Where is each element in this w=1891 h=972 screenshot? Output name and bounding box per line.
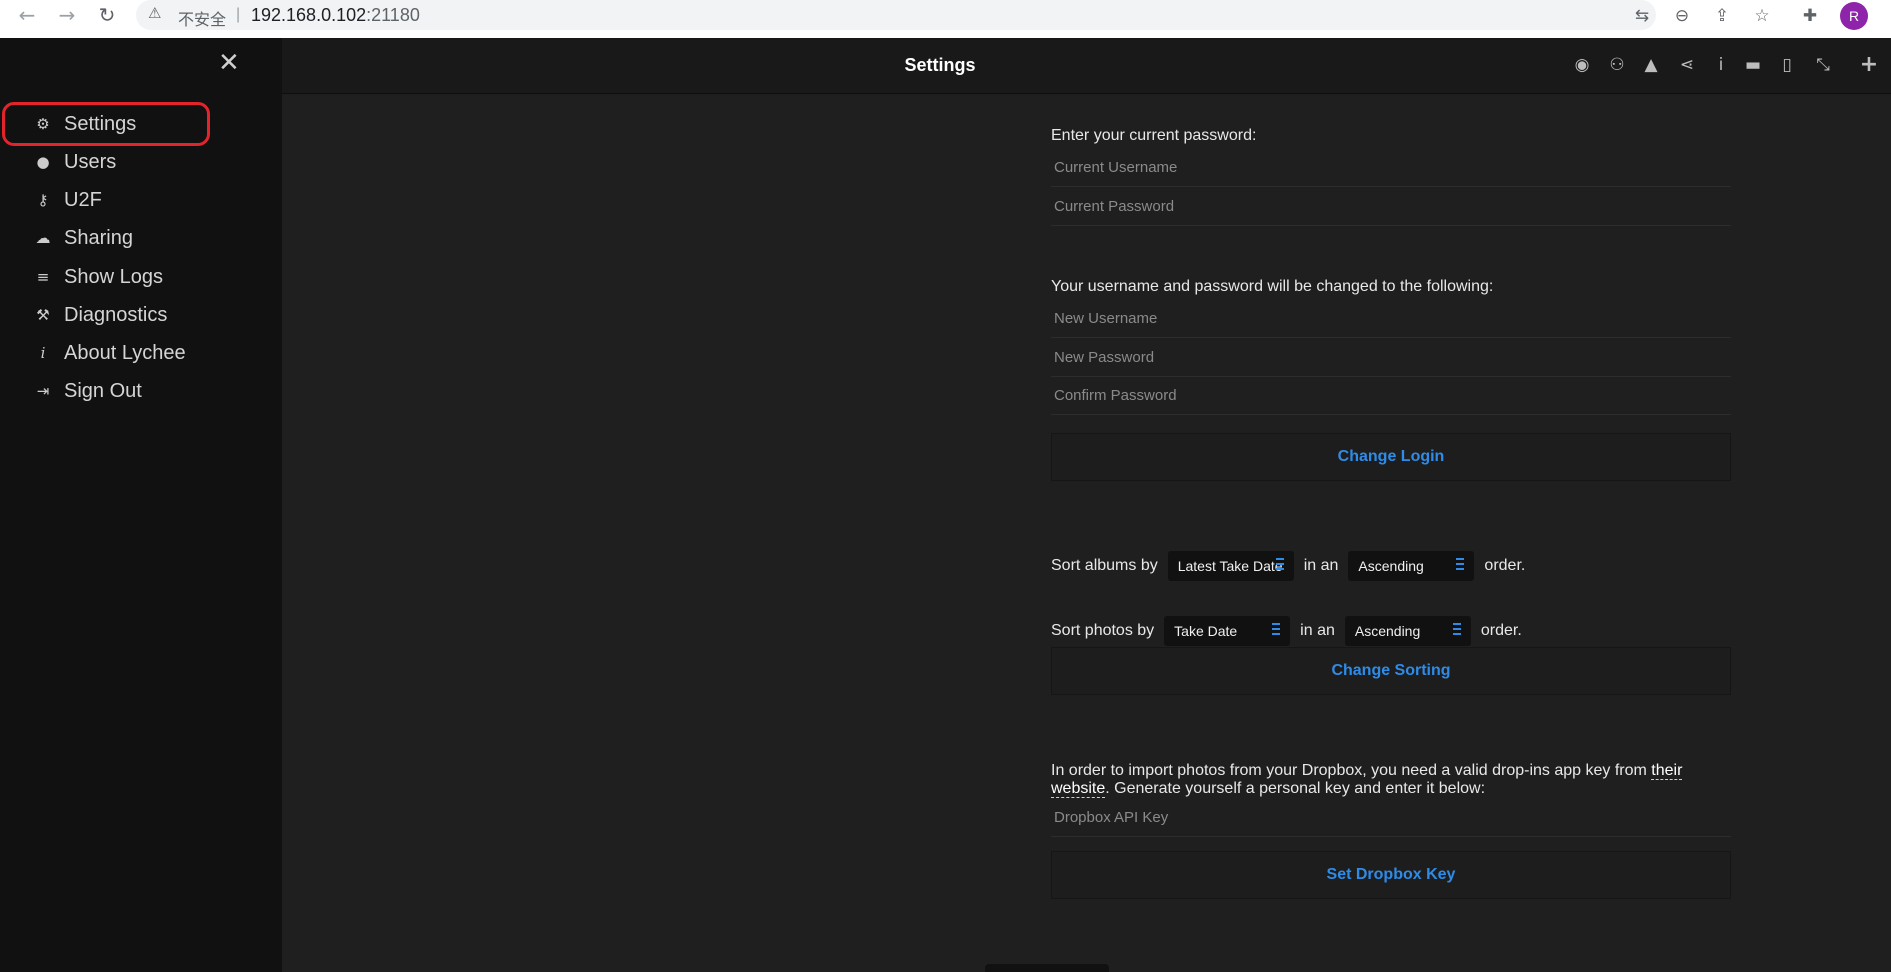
select-icon	[1275, 558, 1284, 572]
sidebar-item-sign-out[interactable]: ⇥ Sign Out	[32, 375, 262, 407]
url-port: :21180	[366, 5, 420, 25]
sort-photos-row: Sort photos by Take Date in an Ascending…	[1051, 616, 1522, 646]
header: Settings ◉ ⚇ ▲ ⋖ i ▬ ▯ ⤡ +	[282, 38, 1891, 94]
sidebar-item-about-lychee[interactable]: i About Lychee	[32, 337, 262, 369]
change-sorting-button[interactable]: Change Sorting	[1051, 647, 1731, 695]
new-username-field[interactable]	[1051, 300, 1731, 338]
security-label: 不安全	[178, 10, 227, 29]
warning-icon: ⚠	[148, 4, 162, 22]
dropbox-text-after: . Generate yourself a personal key and e…	[1105, 780, 1486, 797]
wrench-icon: ⚒	[36, 306, 50, 324]
albums-sort-by-value: Latest Take Date	[1177, 558, 1283, 574]
albums-sort-by-select[interactable]: Latest Take Date	[1167, 551, 1294, 581]
cloud-icon: ☁	[35, 229, 51, 247]
profile-avatar[interactable]: R	[1840, 2, 1868, 30]
sort-photos-label: Sort photos by	[1051, 622, 1155, 639]
dropbox-text-before: In order to import photos from your Drop…	[1051, 762, 1652, 779]
current-password-field[interactable]	[1051, 188, 1731, 226]
sort-albums-row: Sort albums by Latest Take Date in an As…	[1051, 551, 1525, 581]
users-icon[interactable]: ⚇	[1606, 54, 1628, 76]
folder-icon[interactable]: ▬	[1742, 54, 1764, 76]
forward-icon[interactable]: →	[54, 2, 80, 28]
photos-sort-by-select[interactable]: Take Date	[1164, 616, 1291, 646]
in-an-label: in an	[1300, 622, 1335, 639]
sidebar-item-diagnostics[interactable]: ⚒ Diagnostics	[32, 299, 262, 331]
reload-icon[interactable]: ↻	[94, 2, 120, 28]
current-username-input[interactable]	[1051, 149, 1731, 186]
browser-toolbar: ← → ↻ ⚠ 不安全 | 192.168.0.102:21180 ⇆ ⊖ ⇪ …	[0, 0, 1891, 38]
sidebar-item-label: U2F	[64, 188, 102, 211]
sidebar-item-label: Diagnostics	[64, 303, 168, 326]
sidebar-item-label: Users	[64, 150, 117, 173]
fullscreen-icon[interactable]: ⤡	[1812, 54, 1834, 76]
dropbox-key-field[interactable]	[1051, 799, 1731, 837]
url-text[interactable]: 192.168.0.102:21180	[251, 5, 420, 26]
order-label: order.	[1480, 622, 1522, 639]
new-password-input[interactable]	[1051, 339, 1731, 376]
key-icon: ⚷	[37, 191, 49, 209]
user-icon: ●	[36, 153, 50, 171]
sidebar-item-sharing[interactable]: ☁ Sharing	[32, 222, 262, 254]
sidebar-item-label: Sharing	[64, 226, 133, 249]
select-icon	[1456, 558, 1465, 572]
in-an-label: in an	[1303, 557, 1339, 574]
zoom-out-icon[interactable]: ⊖	[1670, 4, 1694, 28]
dropbox-description: In order to import photos from your Drop…	[1051, 762, 1731, 798]
close-icon[interactable]: ✕	[218, 48, 240, 78]
current-username-field[interactable]	[1051, 149, 1731, 187]
share-icon[interactable]: ⇪	[1710, 4, 1734, 28]
confirm-password-input[interactable]	[1051, 377, 1731, 414]
photos-order-value: Ascending	[1354, 623, 1421, 639]
list-icon: ≡	[36, 268, 50, 286]
star-icon[interactable]: ☆	[1750, 4, 1774, 28]
divider: |	[236, 6, 241, 23]
sidebar-item-users[interactable]: ● Users	[32, 146, 262, 178]
photos-order-select[interactable]: Ascending	[1344, 616, 1471, 646]
info-icon[interactable]: i	[1710, 54, 1732, 76]
order-label: order.	[1484, 557, 1526, 574]
current-password-prompt: Enter your current password:	[1051, 127, 1257, 144]
albums-order-select[interactable]: Ascending	[1348, 551, 1475, 581]
info-icon: i	[40, 344, 46, 362]
sidebar-item-show-logs[interactable]: ≡ Show Logs	[32, 261, 262, 293]
share-icon[interactable]: ⋖	[1676, 54, 1698, 76]
sidebar-item-label: Settings	[64, 112, 137, 135]
back-icon[interactable]: ←	[14, 2, 40, 28]
sidebar: ✕ ⚙ Settings ● Users ⚷ U2F ☁ Sharing ≡ S…	[0, 38, 282, 972]
settings-content: Enter your current password: Your userna…	[282, 95, 1891, 972]
page-title: Settings	[904, 55, 976, 75]
sign-out-icon: ⇥	[36, 382, 50, 400]
eye-icon[interactable]: ◉	[1571, 54, 1593, 76]
sidebar-item-label: About Lychee	[64, 341, 186, 364]
change-login-button[interactable]: Change Login	[1051, 433, 1731, 481]
new-credentials-prompt: Your username and password will be chang…	[1051, 278, 1494, 295]
sort-albums-label: Sort albums by	[1051, 557, 1158, 574]
set-dropbox-key-button[interactable]: Set Dropbox Key	[1051, 851, 1731, 899]
confirm-password-field[interactable]	[1051, 377, 1731, 415]
warning-icon[interactable]: ▲	[1640, 54, 1662, 76]
select-icon	[1272, 623, 1281, 637]
extensions-icon[interactable]: ✚	[1798, 4, 1822, 28]
albums-order-value: Ascending	[1358, 558, 1424, 574]
new-password-field[interactable]	[1051, 339, 1731, 377]
sidebar-item-u2f[interactable]: ⚷ U2F	[32, 184, 262, 216]
trash-icon[interactable]: ▯	[1776, 54, 1798, 76]
select-icon	[1452, 623, 1461, 637]
new-username-input[interactable]	[1051, 300, 1731, 337]
current-password-input[interactable]	[1051, 188, 1731, 225]
photos-sort-by-value: Take Date	[1174, 623, 1238, 639]
sidebar-item-settings[interactable]: ⚙ Settings	[32, 108, 262, 140]
address-bar[interactable]: ⚠ 不安全 | 192.168.0.102:21180 ⇆	[136, 0, 1656, 30]
sidebar-item-label: Sign Out	[64, 379, 142, 402]
plus-icon[interactable]: +	[1858, 54, 1880, 76]
translate-icon[interactable]: ⇆	[1630, 4, 1654, 28]
url-host: 192.168.0.102	[251, 5, 367, 25]
gear-icon: ⚙	[36, 115, 50, 133]
sidebar-item-label: Show Logs	[64, 265, 163, 288]
dropbox-key-input[interactable]	[1051, 799, 1731, 836]
next-section-stub	[985, 964, 1109, 972]
